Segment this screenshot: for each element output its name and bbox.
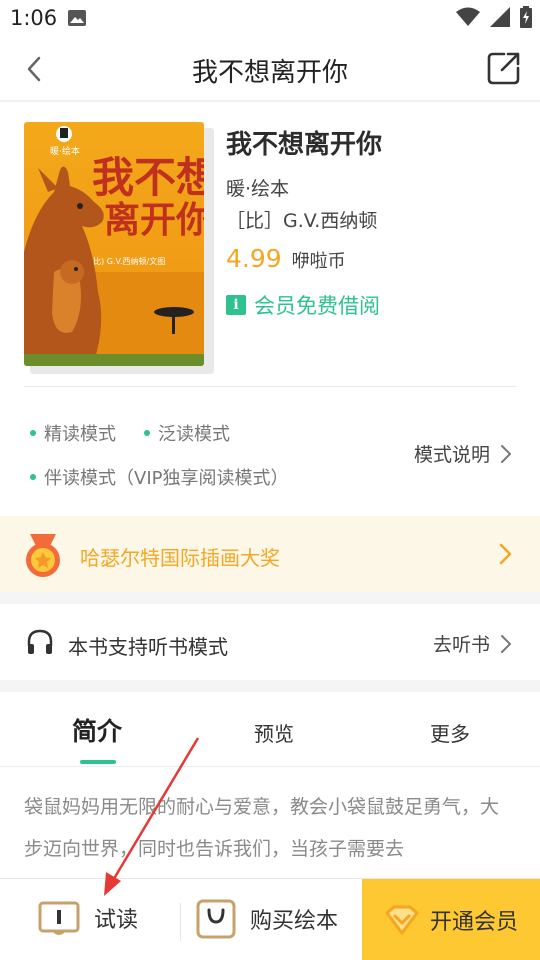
price-row: 4.99 咿啦币 [226, 244, 346, 273]
bullet-dot [144, 430, 150, 436]
section-gap [0, 680, 540, 692]
headphones-icon [27, 629, 53, 654]
signal-icon [490, 7, 510, 27]
bag-icon [196, 899, 236, 939]
share-icon[interactable] [486, 50, 522, 86]
cover-publisher: 暖·绘本 [50, 145, 80, 157]
medal-icon [26, 534, 60, 577]
listen-label: 本书支持听书模式 [68, 635, 228, 659]
open-vip-label: 开通会员 [429, 910, 518, 935]
tabs-divider [0, 766, 540, 767]
battery-charging-icon [520, 6, 532, 28]
intro-text: 袋鼠妈妈用无限的耐心与爱意，教会小袋鼠鼓足勇气，大步迈向世界，同时也告诉我们，当… [24, 796, 500, 860]
mode-explain-label: 模式说明 [413, 444, 490, 466]
status-bar: 1:06 [0, 0, 540, 38]
book-title: 我不想离开你 [226, 130, 383, 160]
award-label: 哈瑟尔特国际插画大奖 [80, 546, 280, 570]
award-banner[interactable]: 哈瑟尔特国际插画大奖 [0, 516, 540, 592]
bullet-dot [30, 430, 36, 436]
info-icon: i [226, 295, 246, 315]
listen-row[interactable]: 本书支持听书模式 去听书 [0, 604, 540, 680]
cover-title-line2: 离开你 [104, 199, 204, 241]
bottom-separator [180, 903, 181, 941]
cover-credit: (比) G.V.西纳顿/文图 [90, 256, 165, 266]
page-title: 我不想离开你 [191, 58, 348, 88]
image-icon [68, 10, 86, 26]
book-price: 4.99 [226, 244, 282, 273]
cover-title-line1: 我不想 [92, 153, 204, 202]
mode-label: 精读模式 [44, 424, 116, 445]
mode-extensive: 泛读模式 [144, 420, 230, 446]
section-divider [24, 386, 516, 387]
chevron-right-icon [501, 634, 511, 653]
buy-book-label: 购买绘本 [250, 909, 339, 934]
bullet-dot [30, 474, 36, 480]
trial-read-label: 试读 [94, 908, 139, 933]
tab-bar: 简介 预览 更多 [0, 694, 540, 766]
book-cover[interactable]: 暖·绘本 我不想 离开你 (比) G.V.西纳顿/文图 [24, 122, 214, 374]
status-time: 1:06 [10, 6, 58, 30]
chevron-right-icon [501, 444, 511, 463]
tab-active-indicator [80, 760, 116, 764]
book-author: ［比］G.V.西纳顿 [226, 210, 378, 232]
tab-preview[interactable]: 预览 [254, 718, 294, 747]
nav-bar: 我不想离开你 [0, 38, 540, 100]
vip-diamond-icon [385, 905, 419, 935]
open-vip-button[interactable]: 开通会员 [362, 879, 540, 960]
book-icon [38, 901, 80, 935]
tab-more[interactable]: 更多 [430, 718, 470, 747]
mode-label: 伴读模式（VIP独享阅读模式） [44, 468, 289, 489]
tab-intro[interactable]: 简介 [72, 712, 122, 748]
chevron-right-icon [499, 543, 512, 565]
mode-label: 泛读模式 [158, 424, 230, 445]
book-series: 暖·绘本 [226, 178, 290, 200]
section-gap [0, 592, 540, 604]
member-borrow-label: 会员免费借阅 [254, 294, 380, 318]
mode-companion: 伴读模式（VIP独享阅读模式） [30, 464, 288, 490]
book-currency: 咿啦币 [291, 251, 346, 272]
trial-read-button[interactable]: 试读 [38, 899, 138, 937]
buy-book-button[interactable]: 购买绘本 [196, 899, 338, 939]
go-listen-link[interactable]: 去听书 [433, 630, 512, 657]
mode-explain-link[interactable]: 模式说明 [414, 440, 512, 467]
go-listen-label: 去听书 [432, 634, 490, 656]
bottom-action-bar: 试读 购买绘本 开通会员 [0, 878, 540, 960]
nav-divider [0, 100, 540, 102]
wifi-icon [456, 7, 480, 26]
mode-intensive: 精读模式 [30, 420, 116, 446]
cover-image: 暖·绘本 我不想 离开你 (比) G.V.西纳顿/文图 [24, 122, 204, 366]
member-borrow[interactable]: i 会员免费借阅 [226, 290, 380, 320]
